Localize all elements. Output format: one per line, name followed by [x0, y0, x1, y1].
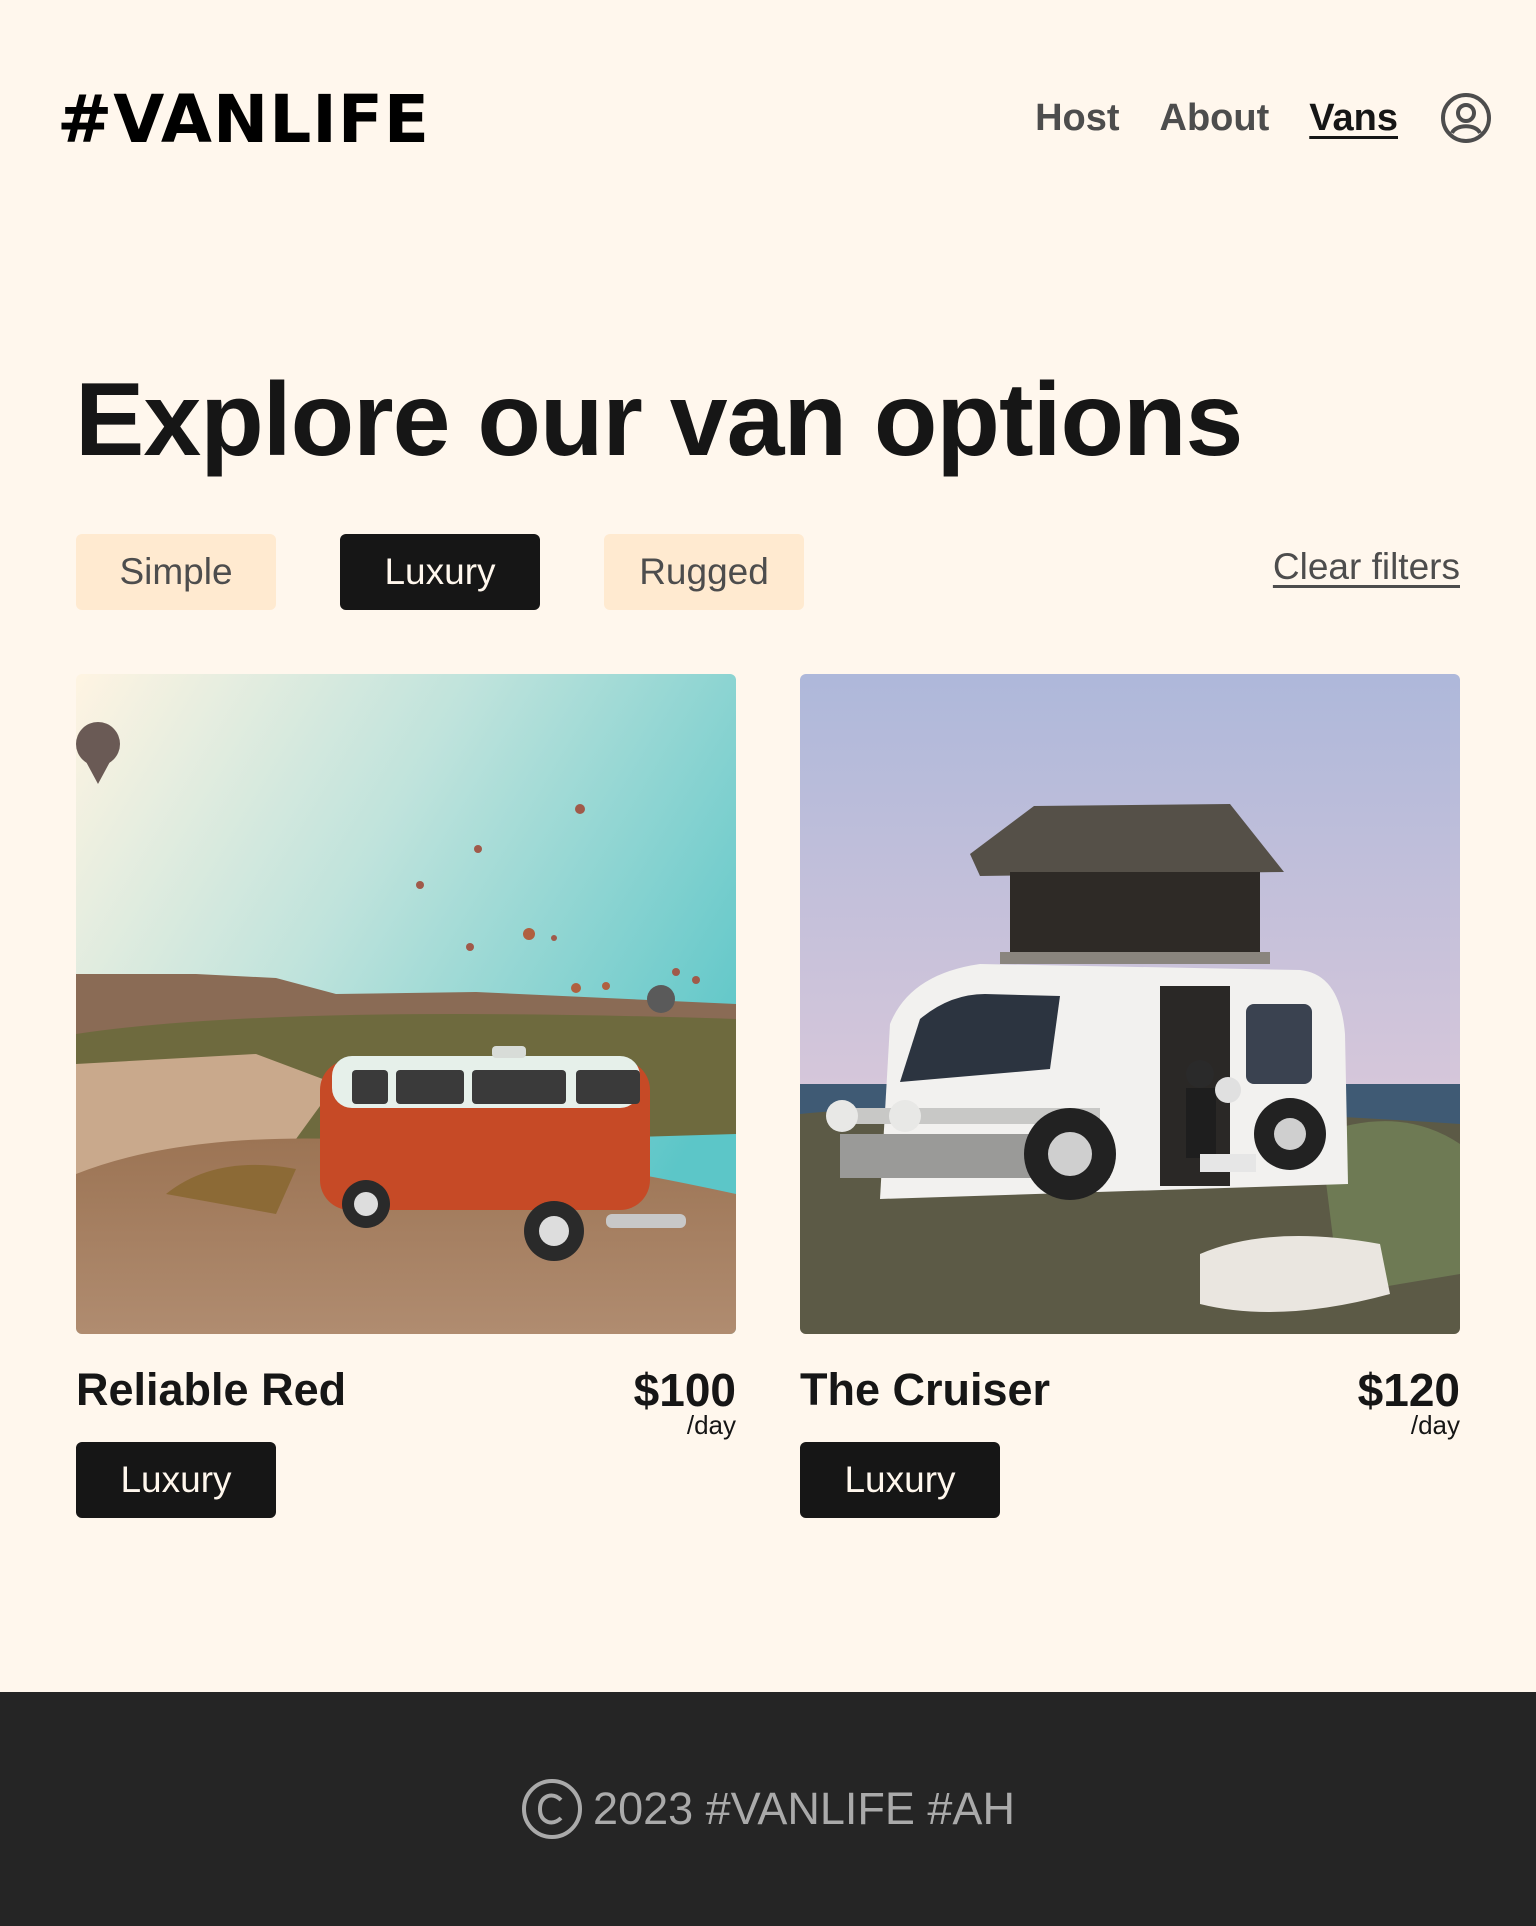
van-name[interactable]: The Cruiser — [800, 1364, 1050, 1416]
van-price: $100 /day — [634, 1364, 736, 1438]
van-card[interactable]: The Cruiser $120 /day Luxury — [800, 674, 1460, 1518]
filter-luxury-button[interactable]: Luxury — [340, 534, 540, 610]
filter-rugged-button[interactable]: Rugged — [604, 534, 804, 610]
copyright-icon — [522, 1779, 583, 1839]
clear-filters-link[interactable]: Clear filters — [1273, 546, 1460, 588]
price-amount: $100 — [633, 1364, 736, 1416]
van-photo[interactable] — [800, 674, 1460, 1334]
footer-content: 2023 #VANLIFE #AH — [521, 1778, 1015, 1840]
van-price: $120 /day — [1358, 1364, 1460, 1438]
logo[interactable]: #VANLIFE — [57, 80, 430, 160]
filter-bar: Simple Luxury Rugged Clear filters — [76, 534, 1460, 610]
page-title: Explore our van options — [75, 362, 1243, 478]
price-amount: $120 — [1357, 1364, 1460, 1416]
nav-vans-link[interactable]: Vans — [1309, 90, 1398, 146]
van-name[interactable]: Reliable Red — [76, 1364, 346, 1416]
nav-about-link[interactable]: About — [1160, 90, 1270, 146]
nav-host-link[interactable]: Host — [1035, 90, 1119, 146]
footer-text: 2023 #VANLIFE #AH — [593, 1783, 1015, 1834]
site-footer: 2023 #VANLIFE #AH — [0, 1692, 1536, 1926]
filter-simple-button[interactable]: Simple — [76, 534, 276, 610]
van-type-badge: Luxury — [800, 1442, 1000, 1518]
main-nav: Host About Vans — [995, 90, 1492, 146]
van-type-badge: Luxury — [76, 1442, 276, 1518]
site-header: #VANLIFE Host About Vans — [0, 0, 1536, 240]
van-photo[interactable] — [76, 674, 736, 1334]
van-card[interactable]: Reliable Red $100 /day Luxury — [76, 674, 736, 1518]
user-circle-icon[interactable] — [1440, 92, 1492, 144]
